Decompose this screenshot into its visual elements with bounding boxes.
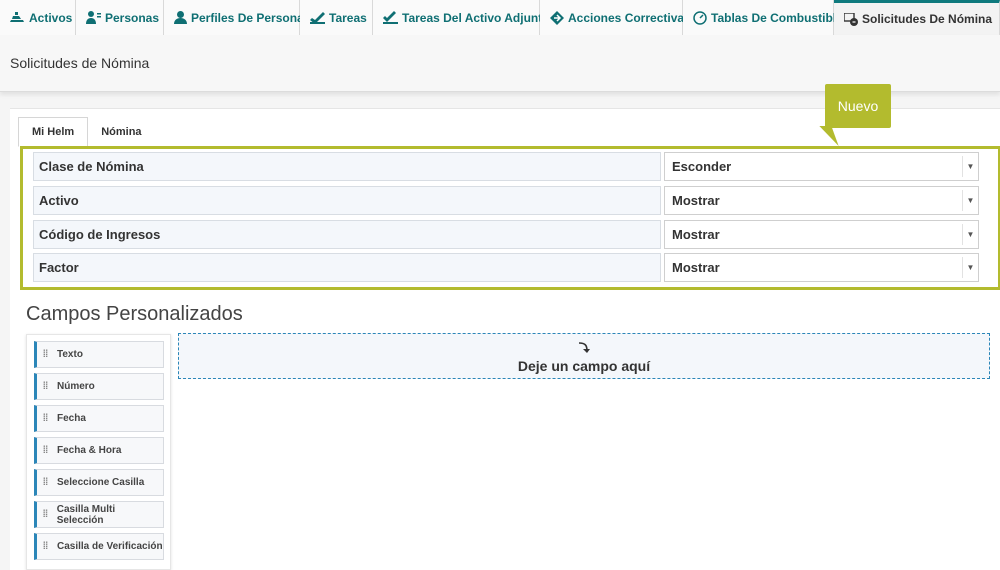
field-label: Código de Ingresos [33, 220, 661, 249]
palette-item-numero[interactable]: ⁞⁞ Número [34, 373, 164, 400]
subtab-nomina[interactable]: Nómina [88, 117, 154, 147]
palette-item-fecha-hora[interactable]: ⁞⁞ Fecha & Hora [34, 437, 164, 464]
page-title: Solicitudes de Nómina [10, 55, 150, 71]
palette-item-label: Fecha & Hora [57, 445, 122, 456]
tab-label: Acciones Correctivas [568, 10, 691, 25]
corrective-action-icon [550, 10, 564, 25]
drag-handle-icon: ⁞⁞ [42, 381, 49, 392]
visibility-select[interactable]: Mostrar ▼ [664, 220, 979, 249]
field-row: Clase de Nómina Esconder ▼ [33, 152, 983, 181]
drop-zone-label: Deje un campo aquí [517, 358, 651, 374]
palette-item-label: Seleccione Casilla [57, 477, 145, 488]
palette-item-seleccione-casilla[interactable]: ⁞⁞ Seleccione Casilla [34, 469, 164, 496]
select-value: Esconder [672, 159, 732, 174]
task-icon [310, 11, 325, 25]
subtab-mi-helm[interactable]: Mi Helm [18, 117, 89, 147]
field-label: Clase de Nómina [33, 152, 661, 181]
caret-down-icon: ▼ [962, 224, 978, 245]
payroll-request-icon [844, 12, 858, 26]
tab-tareas-del-activo-adjunto[interactable]: Tareas Del Activo Adjunto [373, 0, 550, 35]
tab-label: Tareas Del Activo Adjunto [402, 10, 550, 25]
caret-down-icon: ▼ [962, 156, 978, 177]
tab-label: Solicitudes De Nómina [862, 12, 993, 26]
palette-item-label: Número [57, 381, 95, 392]
palette-item-label: Texto [57, 349, 83, 360]
drag-handle-icon: ⁞⁞ [42, 509, 49, 520]
drag-handle-icon: ⁞⁞ [42, 413, 49, 424]
asset-icon [10, 11, 25, 25]
select-value: Mostrar [672, 193, 720, 208]
caret-down-icon: ▼ [962, 257, 978, 278]
people-icon [86, 11, 101, 25]
tab-activos[interactable]: Activos [0, 0, 76, 35]
tab-tablas-de-combustible[interactable]: Tablas De Combustible [683, 0, 843, 35]
tab-personas[interactable]: Personas [76, 0, 164, 35]
tab-label: Tablas De Combustible [711, 10, 843, 25]
curved-arrow-down-icon [577, 341, 591, 358]
task-attached-icon [383, 11, 398, 25]
fuel-gauge-icon [693, 10, 707, 25]
field-row: Factor Mostrar ▼ [33, 253, 983, 282]
drag-handle-icon: ⁞⁞ [42, 445, 49, 456]
field-row: Activo Mostrar ▼ [33, 186, 983, 215]
palette-item-casilla-de-verificacion[interactable]: ⁞⁞ Casilla de Verificación [34, 533, 164, 560]
palette-item-label: Casilla de Verificación [57, 541, 163, 552]
field-row: Código de Ingresos Mostrar ▼ [33, 220, 983, 249]
tab-perfiles-de-persona[interactable]: Perfiles De Persona [164, 0, 304, 35]
drag-handle-icon: ⁞⁞ [42, 477, 49, 488]
nuevo-callout: Nuevo [825, 84, 891, 128]
person-profile-icon [174, 11, 187, 25]
field-palette: ⁞⁞ Texto ⁞⁞ Número ⁞⁞ Fecha ⁞⁞ Fecha & H… [26, 334, 171, 570]
select-value: Mostrar [672, 227, 720, 242]
tab-acciones-correctivas[interactable]: Acciones Correctivas [540, 0, 691, 35]
palette-item-label: Casilla Multi Selección [56, 503, 116, 526]
tab-label: Personas [105, 10, 160, 25]
tab-tareas[interactable]: Tareas [300, 0, 373, 35]
palette-item-texto[interactable]: ⁞⁞ Texto [34, 341, 164, 368]
palette-item-casilla-multi-seleccion[interactable]: ⁞⁞ Casilla Multi Selección [34, 501, 164, 528]
drag-handle-icon: ⁞⁞ [42, 541, 49, 552]
select-value: Mostrar [672, 260, 720, 275]
visibility-select[interactable]: Mostrar ▼ [664, 186, 979, 215]
tab-label: Tareas [329, 10, 367, 25]
field-label: Activo [33, 186, 661, 215]
tab-solicitudes-de-nomina[interactable]: Solicitudes De Nómina [834, 0, 1000, 35]
fields-visibility-panel: Clase de Nómina Esconder ▼ Activo Mostra… [20, 146, 1000, 290]
palette-item-fecha[interactable]: ⁞⁞ Fecha [34, 405, 164, 432]
palette-item-label: Fecha [57, 413, 86, 424]
caret-down-icon: ▼ [962, 190, 978, 211]
field-label: Factor [33, 253, 661, 282]
tab-label: Perfiles De Persona [191, 10, 304, 25]
visibility-select[interactable]: Esconder ▼ [664, 152, 979, 181]
top-tab-bar: Activos Personas Perfiles De Persona Tar… [0, 0, 1000, 35]
visibility-select[interactable]: Mostrar ▼ [664, 253, 979, 282]
drag-handle-icon: ⁞⁞ [42, 349, 49, 360]
custom-fields-title: Campos Personalizados [26, 303, 243, 325]
tab-label: Activos [29, 10, 73, 25]
field-drop-zone[interactable]: Deje un campo aquí [178, 333, 990, 379]
sub-tab-bar: Mi Helm Nómina [18, 117, 155, 147]
